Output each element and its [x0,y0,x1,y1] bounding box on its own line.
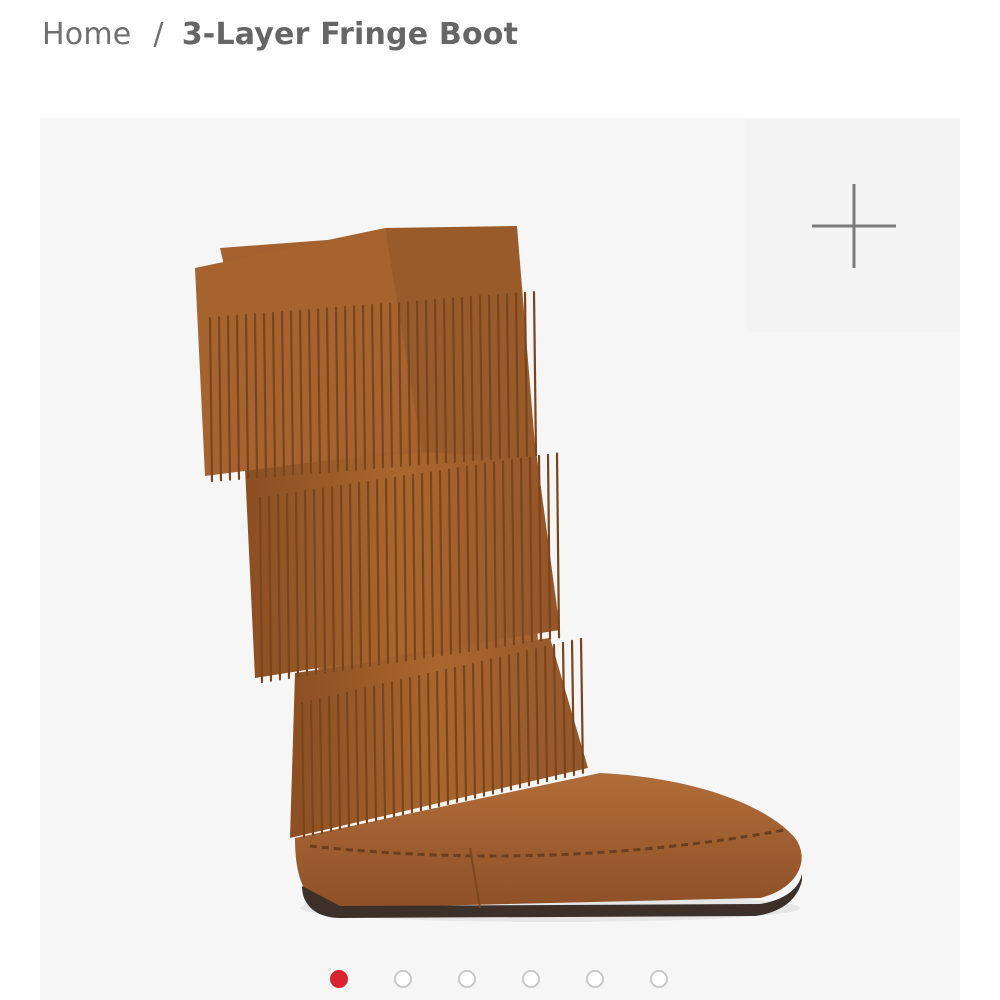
breadcrumb: Home / 3-Layer Fringe Boot [42,12,518,56]
plus-icon [812,184,896,268]
carousel-dot-6[interactable] [650,970,668,988]
product-page: Home / 3-Layer Fringe Boot [0,0,1000,1000]
product-image-gallery[interactable] [40,118,960,1000]
breadcrumb-current-page: 3-Layer Fringe Boot [181,16,519,52]
zoom-button[interactable] [746,118,960,332]
carousel-dot-3[interactable] [458,970,476,988]
carousel-dot-1[interactable] [330,970,348,988]
carousel-dot-4[interactable] [522,970,540,988]
carousel-dot-5[interactable] [586,970,604,988]
carousel-pagination [0,970,1000,994]
breadcrumb-separator: / [153,16,164,52]
breadcrumb-home-link[interactable]: Home [42,17,131,52]
carousel-dot-2[interactable] [394,970,412,988]
